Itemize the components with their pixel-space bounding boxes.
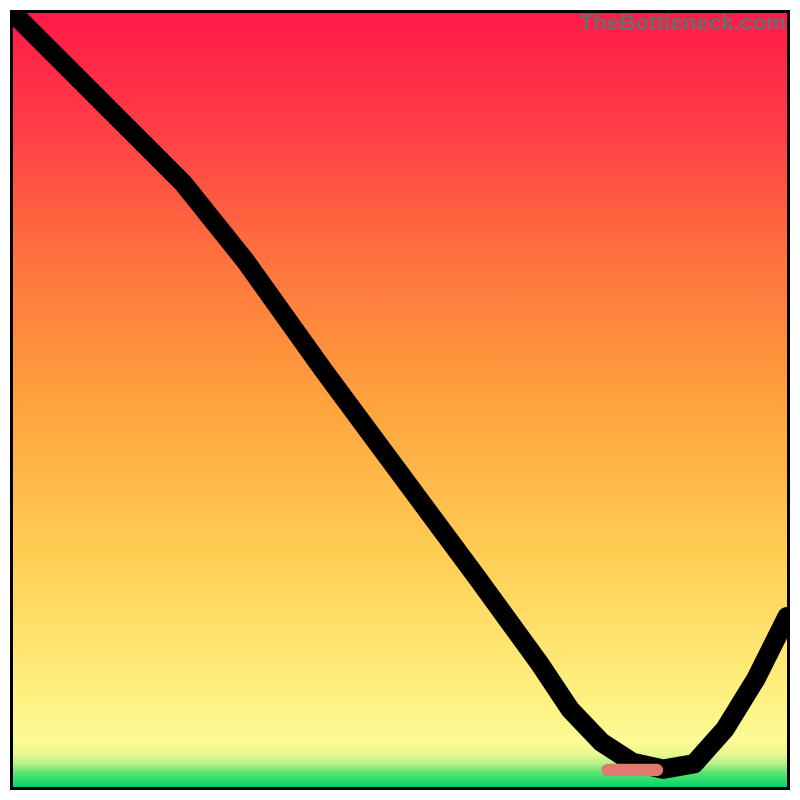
optimal-range-marker <box>601 764 663 776</box>
chart-stage: TheBottleneck.com <box>0 0 800 800</box>
bottleneck-curve <box>17 17 787 769</box>
plot-area <box>10 10 790 790</box>
plot-svg <box>13 13 787 787</box>
